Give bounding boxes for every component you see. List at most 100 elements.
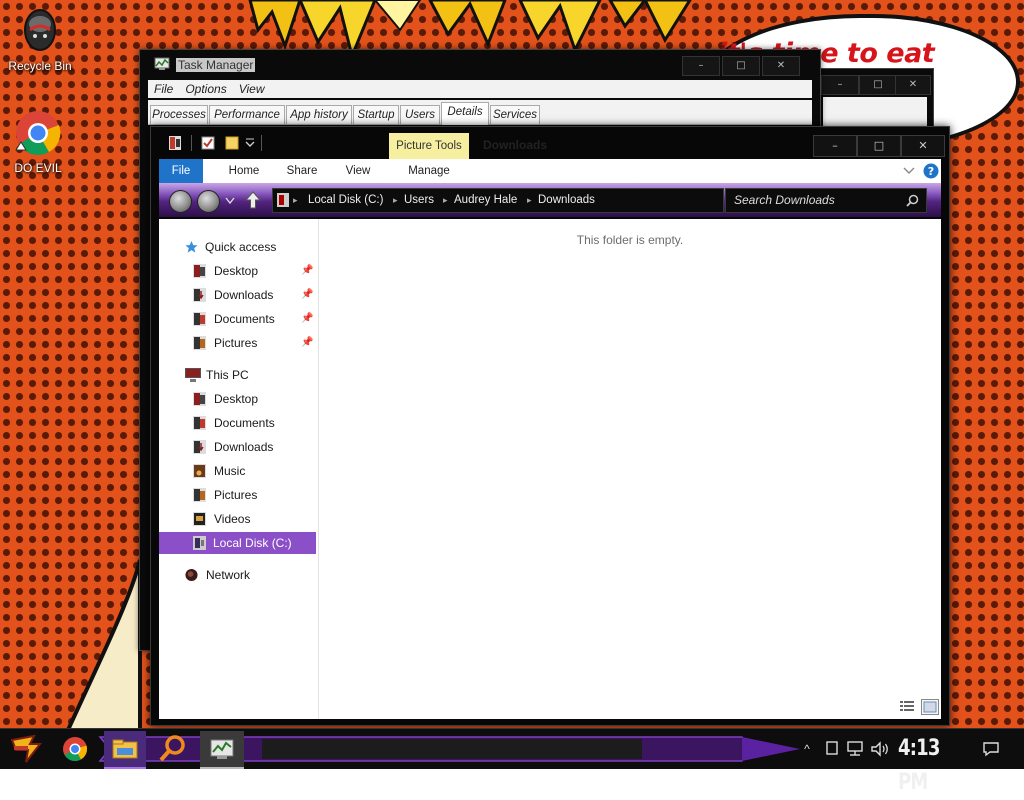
new-folder-icon[interactable]: [225, 136, 239, 150]
desktop-icon-do-evil[interactable]: DO EVIL: [0, 110, 76, 175]
music-folder-icon: [193, 464, 206, 478]
tab-app-history[interactable]: App history: [286, 105, 352, 124]
downloads-folder-icon: [193, 288, 206, 302]
tm-close-button[interactable]: ✕: [762, 56, 800, 76]
search-input[interactable]: Search Downloads: [725, 188, 927, 213]
breadcrumb-users[interactable]: Users: [404, 189, 434, 212]
breadcrumb-audrey-hale[interactable]: Audrey Hale: [454, 189, 517, 212]
nav-quick-access[interactable]: Quick access: [185, 236, 315, 258]
tab-performance[interactable]: Performance: [209, 105, 285, 124]
nav-pc-music[interactable]: Music: [193, 460, 315, 482]
breadcrumb-downloads[interactable]: Downloads: [538, 189, 595, 212]
chrome-icon[interactable]: [54, 732, 96, 766]
search-magnifier-icon[interactable]: [152, 732, 194, 766]
nav-pc-pictures[interactable]: Pictures: [193, 484, 315, 506]
nav-label: Music: [214, 464, 246, 478]
notifications-icon[interactable]: [982, 741, 1000, 757]
close-button[interactable]: ✕: [901, 135, 945, 157]
pin-icon[interactable]: 📌: [301, 260, 313, 282]
volume-icon[interactable]: [870, 741, 890, 757]
start-logo-icon[interactable]: [4, 732, 46, 766]
file-explorer-icon[interactable]: [104, 732, 146, 766]
documents-folder-icon: [193, 312, 206, 326]
navigation-bar: ▸ Local Disk (C:) ▸ Users ▸ Audrey Hale …: [159, 183, 941, 217]
task-manager-menubar: File Options View: [148, 80, 812, 98]
pictures-folder-icon: [193, 336, 206, 350]
nav-label: This PC: [206, 368, 249, 382]
properties-icon[interactable]: [201, 136, 215, 150]
address-bar[interactable]: ▸ Local Disk (C:) ▸ Users ▸ Audrey Hale …: [272, 188, 724, 213]
nav-pc-videos[interactable]: Videos: [193, 508, 315, 530]
ribbon-expand-chevron-icon[interactable]: [903, 166, 915, 176]
action-square-icon[interactable]: [826, 741, 838, 755]
details-view-icon[interactable]: [899, 699, 915, 713]
up-arrow-icon[interactable]: [245, 191, 261, 209]
ribbon-tab-file[interactable]: File: [159, 159, 203, 183]
tm-menu-file[interactable]: File: [148, 80, 179, 96]
tab-details[interactable]: Details: [441, 102, 489, 125]
tab-services[interactable]: Services: [490, 105, 540, 124]
desktop-icon-recycle-bin[interactable]: Recycle Bin: [2, 8, 78, 73]
tm-menu-view[interactable]: View: [233, 80, 271, 96]
breadcrumb-local-disk[interactable]: Local Disk (C:): [308, 189, 383, 212]
desktop-folder-icon: [193, 392, 206, 406]
file-explorer-window: Picture Tools Downloads – □ ✕ File Home …: [150, 126, 950, 726]
large-icons-view-icon[interactable]: [921, 699, 939, 715]
tab-users[interactable]: Users: [400, 105, 440, 124]
explorer-titlebar[interactable]: Picture Tools Downloads – □ ✕: [151, 127, 949, 159]
nav-qa-pictures[interactable]: Pictures 📌: [193, 332, 315, 354]
navigation-pane: Quick access Desktop 📌 Downloads 📌 Docum…: [159, 219, 318, 719]
tray-overflow-chevron[interactable]: ^: [800, 729, 814, 769]
file-list-area[interactable]: This folder is empty.: [319, 219, 941, 719]
pin-icon[interactable]: 📌: [301, 284, 313, 306]
recycle-bin-icon: [24, 9, 56, 51]
nav-pc-local-disk[interactable]: Local Disk (C:): [159, 532, 316, 554]
minimize-button[interactable]: –: [813, 135, 857, 157]
tm-minimize-button[interactable]: –: [682, 56, 720, 76]
qat-divider: [191, 135, 192, 151]
desktop-folder-icon: [193, 264, 206, 278]
nav-network[interactable]: Network: [185, 564, 315, 586]
nav-pc-downloads[interactable]: Downloads: [193, 436, 315, 458]
nav-qa-desktop[interactable]: Desktop 📌: [193, 260, 315, 282]
nav-qa-downloads[interactable]: Downloads 📌: [193, 284, 315, 306]
maximize-button[interactable]: □: [857, 135, 901, 157]
task-manager-icon[interactable]: [201, 732, 243, 766]
do-evil-label: DO EVIL: [14, 161, 62, 175]
nav-this-pc[interactable]: This PC: [185, 364, 315, 386]
nav-pc-desktop[interactable]: Desktop: [193, 388, 315, 410]
crumb-separator-icon: ▸: [527, 195, 532, 205]
svg-text:?: ?: [928, 165, 934, 178]
ghost-minimize-button[interactable]: –: [821, 75, 859, 95]
nav-label: Documents: [214, 416, 275, 430]
nav-label: Pictures: [214, 336, 258, 350]
help-icon[interactable]: ?: [923, 163, 939, 179]
downloads-folder-icon: [193, 440, 206, 454]
qat-dropdown-icon[interactable]: [245, 136, 255, 150]
network-icon[interactable]: [846, 741, 864, 757]
ribbon-tab-home[interactable]: Home: [221, 159, 267, 183]
ghost-maximize-button[interactable]: □: [859, 75, 897, 95]
tab-startup[interactable]: Startup: [353, 105, 399, 124]
search-icon[interactable]: [906, 194, 919, 207]
nav-label: Network: [206, 568, 251, 582]
task-manager-tabs: Processes Performance App history Startu…: [148, 100, 812, 125]
back-button[interactable]: [169, 190, 192, 213]
crumb-separator-icon: ▸: [443, 195, 448, 205]
forward-button[interactable]: [197, 190, 220, 213]
tm-menu-options[interactable]: Options: [179, 80, 232, 96]
recent-locations-chevron-icon[interactable]: [225, 197, 235, 205]
ribbon-tab-view[interactable]: View: [335, 159, 381, 183]
pin-icon[interactable]: 📌: [301, 332, 313, 354]
ribbon-tab-share[interactable]: Share: [279, 159, 325, 183]
taskbar-clock[interactable]: 4:13 PM: [898, 732, 957, 795]
task-manager-titlebar[interactable]: Task Manager – □ ✕: [140, 50, 820, 78]
pin-icon[interactable]: 📌: [301, 308, 313, 330]
ribbon-tab-manage[interactable]: Manage: [389, 159, 469, 183]
tab-processes[interactable]: Processes: [150, 105, 208, 124]
nav-pc-documents[interactable]: Documents: [193, 412, 315, 434]
nav-qa-documents[interactable]: Documents 📌: [193, 308, 315, 330]
ghost-close-button[interactable]: ✕: [895, 75, 931, 95]
tm-maximize-button[interactable]: □: [722, 56, 760, 76]
crumb-separator-icon: ▸: [293, 195, 298, 205]
